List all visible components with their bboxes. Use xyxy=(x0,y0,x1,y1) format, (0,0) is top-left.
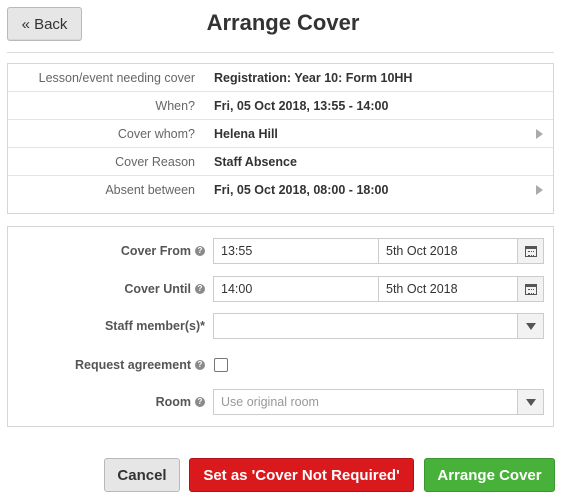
room-dropdown-button[interactable] xyxy=(517,389,544,415)
cover-until-label-text: Cover Until xyxy=(124,282,191,296)
info-row-absent-between[interactable]: Absent between Fri, 05 Oct 2018, 08:00 -… xyxy=(8,176,553,204)
help-icon[interactable]: ? xyxy=(195,397,205,407)
help-icon[interactable]: ? xyxy=(195,360,205,370)
cover-from-calendar-button[interactable] xyxy=(517,238,544,264)
staff-members-dropdown-button[interactable] xyxy=(517,313,544,339)
cover-from-label: Cover From ? xyxy=(8,238,205,264)
info-label: Cover Reason xyxy=(115,154,195,169)
info-value: Helena Hill xyxy=(214,126,278,141)
cover-until-date-input[interactable]: 5th Oct 2018 xyxy=(378,276,518,302)
info-label: Lesson/event needing cover xyxy=(38,70,195,85)
cover-from-date-input[interactable]: 5th Oct 2018 xyxy=(378,238,518,264)
info-label: Cover whom? xyxy=(117,126,195,141)
room-label: Room ? xyxy=(8,389,205,415)
set-cover-not-required-button[interactable]: Set as 'Cover Not Required' xyxy=(189,458,414,492)
header-divider xyxy=(7,52,554,53)
info-row-when: When? Fri, 05 Oct 2018, 13:55 - 14:00 xyxy=(8,92,553,120)
info-value: Staff Absence xyxy=(214,154,297,169)
arrange-cover-button[interactable]: Arrange Cover xyxy=(424,458,555,492)
info-row-lesson: Lesson/event needing cover Registration:… xyxy=(8,64,553,92)
help-icon[interactable]: ? xyxy=(195,246,205,256)
info-row-cover-whom[interactable]: Cover whom? Helena Hill xyxy=(8,120,553,148)
help-icon[interactable]: ? xyxy=(195,284,205,294)
chevron-right-icon[interactable] xyxy=(536,185,543,195)
staff-members-select[interactable] xyxy=(213,313,544,339)
request-agreement-label-text: Request agreement xyxy=(74,358,191,372)
cover-from-label-text: Cover From xyxy=(120,244,191,258)
info-label: When? xyxy=(155,98,195,113)
request-agreement-label: Request agreement ? xyxy=(8,352,205,378)
page-title: Arrange Cover xyxy=(206,10,360,35)
cover-until-time-input[interactable]: 14:00 xyxy=(213,276,379,302)
staff-members-label-text: Staff member(s)* xyxy=(104,319,205,333)
room-select[interactable]: Use original room xyxy=(213,389,544,415)
staff-members-label: Staff member(s)* xyxy=(8,313,205,339)
info-value: Fri, 05 Oct 2018, 08:00 - 18:00 xyxy=(214,183,389,197)
chevron-down-icon xyxy=(525,398,536,406)
info-row-cover-reason: Cover Reason Staff Absence xyxy=(8,148,553,176)
calendar-icon xyxy=(524,283,537,295)
info-value: Registration: Year 10: Form 10HH xyxy=(214,70,413,85)
chevron-right-icon[interactable] xyxy=(536,129,543,139)
calendar-icon xyxy=(524,245,537,257)
cover-form-panel: Cover From ? 13:55 5th Oct 2018 Cover Un… xyxy=(7,226,554,427)
request-agreement-checkbox[interactable] xyxy=(214,358,228,372)
cancel-button[interactable]: Cancel xyxy=(104,458,180,492)
info-label: Absent between xyxy=(105,183,195,197)
header: « Back Arrange Cover xyxy=(0,0,566,53)
lesson-info-panel: Lesson/event needing cover Registration:… xyxy=(7,63,554,214)
info-value: Fri, 05 Oct 2018, 13:55 - 14:00 xyxy=(214,98,389,113)
room-label-text: Room xyxy=(155,395,191,409)
cover-from-time-input[interactable]: 13:55 xyxy=(213,238,379,264)
chevron-down-icon xyxy=(525,322,536,330)
cover-until-calendar-button[interactable] xyxy=(517,276,544,302)
cover-until-label: Cover Until ? xyxy=(8,276,205,302)
